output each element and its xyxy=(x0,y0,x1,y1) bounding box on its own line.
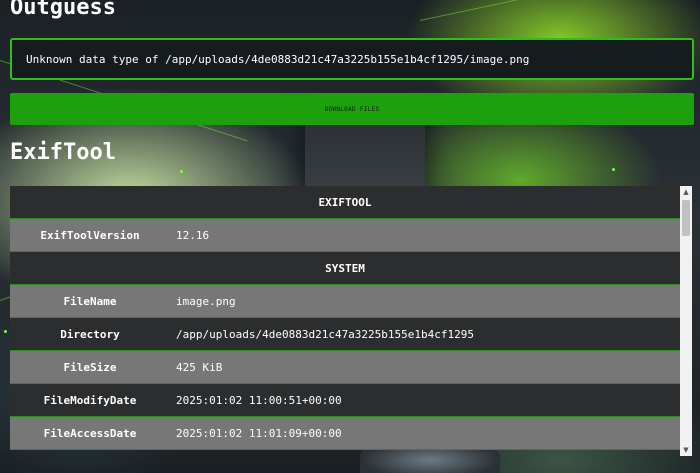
row-key: Directory xyxy=(60,327,120,341)
outguess-result-box: Unknown data type of /app/uploads/4de088… xyxy=(10,38,694,80)
row-value: image.png xyxy=(176,294,236,308)
exiftool-table-rows: EXIFTOOL ExifToolVersion 12.16 SYSTEM Fi… xyxy=(10,186,680,450)
table-scrollbar[interactable]: ▲ ▼ xyxy=(680,186,692,456)
row-key: FileName xyxy=(63,294,117,308)
page-content: Outguess Unknown data type of /app/uploa… xyxy=(0,0,700,473)
row-value: 2025:01:02 11:00:51+00:00 xyxy=(176,393,342,407)
table-row: FileName image.png xyxy=(10,285,680,318)
row-value: /app/uploads/4de0883d21c47a3225b155e1b4c… xyxy=(176,327,475,341)
table-row: ExifToolVersion 12.16 xyxy=(10,219,680,252)
table-row: FileModifyDate 2025:01:02 11:00:51+00:00 xyxy=(10,384,680,417)
download-files-button[interactable]: DOWNLOAD FILES xyxy=(10,93,694,125)
scroll-up-arrow-icon[interactable]: ▲ xyxy=(680,186,692,198)
row-key: ExifToolVersion xyxy=(40,228,140,242)
outguess-result-text: Unknown data type of /app/uploads/4de088… xyxy=(26,52,530,66)
row-key: FileSize xyxy=(63,360,117,374)
table-section-header: SYSTEM xyxy=(10,252,680,285)
row-key: FileModifyDate xyxy=(43,393,137,407)
table-row: FileSize 425 KiB xyxy=(10,351,680,384)
row-value: 2025:01:02 11:01:09+00:00 xyxy=(176,426,342,440)
scrollbar-thumb[interactable] xyxy=(682,200,690,236)
exiftool-table[interactable]: EXIFTOOL ExifToolVersion 12.16 SYSTEM Fi… xyxy=(10,186,692,456)
table-row: FileAccessDate 2025:01:02 11:01:09+00:00 xyxy=(10,417,680,450)
table-section-header: EXIFTOOL xyxy=(10,186,680,219)
exiftool-heading: ExifTool xyxy=(10,140,116,165)
row-value: 12.16 xyxy=(176,228,210,242)
table-row: Directory /app/uploads/4de0883d21c47a322… xyxy=(10,318,680,351)
outguess-heading: Outguess xyxy=(10,0,116,20)
row-value: 425 KiB xyxy=(176,360,223,374)
scroll-down-arrow-icon[interactable]: ▼ xyxy=(680,444,692,456)
section-title-exiftool: EXIFTOOL xyxy=(318,195,372,209)
row-key: FileAccessDate xyxy=(43,426,137,440)
section-title-system: SYSTEM xyxy=(325,261,365,275)
